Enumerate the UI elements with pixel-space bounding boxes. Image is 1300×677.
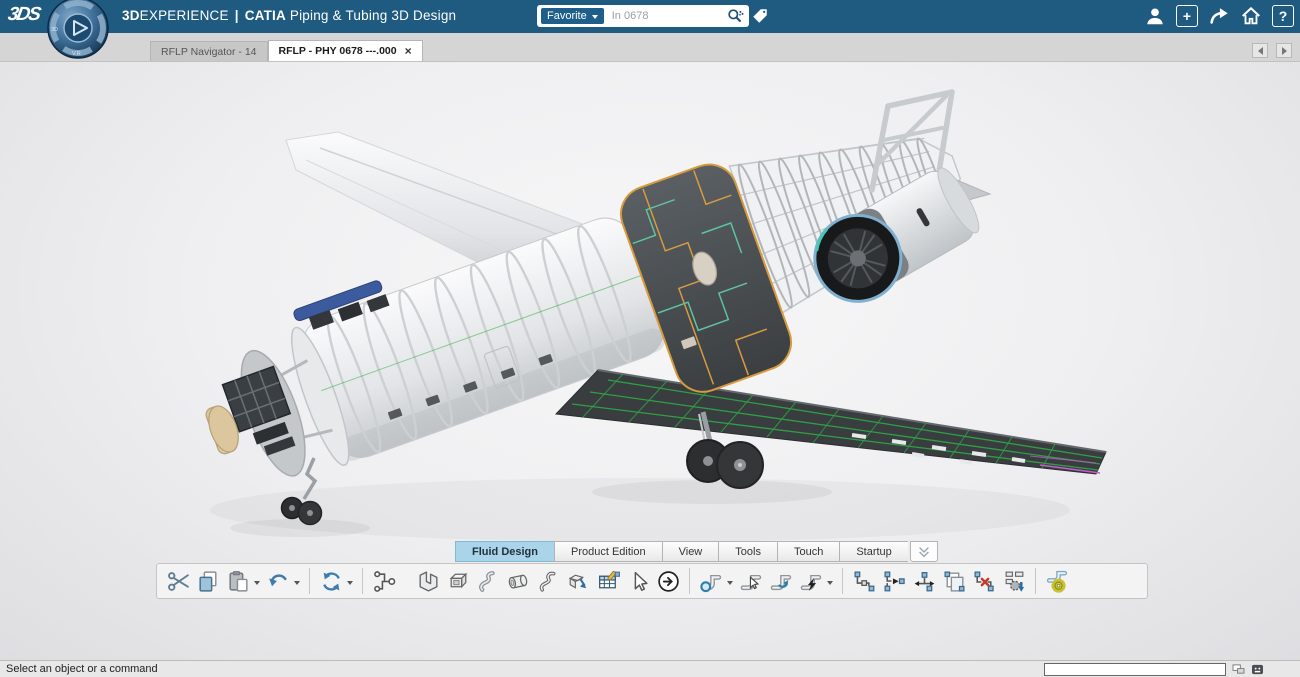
piping-settings-icon[interactable] <box>1042 566 1072 596</box>
tab-rflp-navigator[interactable]: RFLP Navigator - 14 <box>150 41 268 61</box>
title-product: EXPERIENCE <box>140 8 229 23</box>
route-pipe-dropdown-icon[interactable] <box>727 581 733 588</box>
update-icon[interactable] <box>316 566 346 596</box>
add-icon[interactable]: + <box>1176 5 1198 27</box>
ribbon-tab-label: Product Edition <box>571 546 646 558</box>
search-icon[interactable] <box>725 6 745 26</box>
ribbon-tab-startup[interactable]: Startup <box>839 541 907 562</box>
copy-route-icon[interactable] <box>939 566 969 596</box>
share-icon[interactable] <box>1208 5 1230 27</box>
chevron-down-icon <box>592 15 598 22</box>
aircraft-wing <box>556 370 1106 474</box>
ribbon-tab-label: Startup <box>856 546 891 558</box>
virtual-keyboard-icon[interactable] <box>1250 664 1264 676</box>
action-toolbar <box>156 563 1148 599</box>
disconnect-icon[interactable] <box>969 566 999 596</box>
help-icon[interactable]: ? <box>1272 5 1294 27</box>
ribbon-tab-label: View <box>679 546 703 558</box>
tab-scroll-right-icon[interactable] <box>1276 43 1292 58</box>
tab-rflp-phy-0678[interactable]: RFLP - PHY 0678 ---.000 × <box>268 40 423 61</box>
ribbon-tab-view[interactable]: View <box>662 541 719 562</box>
connect-port-icon[interactable] <box>849 566 879 596</box>
ribbon-tab-label: Tools <box>735 546 761 558</box>
paste-dropdown-icon[interactable] <box>254 581 260 588</box>
app-title: 3DEXPERIENCE | CATIA Piping & Tubing 3D De… <box>122 8 456 23</box>
quick-connect-dropdown-icon[interactable] <box>827 581 833 588</box>
design-table-icon[interactable] <box>593 566 623 596</box>
3ds-logo-icon: 3DS <box>6 4 41 26</box>
raceway-icon[interactable] <box>413 566 443 596</box>
tab-close-icon[interactable]: × <box>405 44 412 58</box>
tab-scroll-controls <box>1252 43 1292 58</box>
ground-shadow <box>210 478 1070 542</box>
window-tab-strip: RFLP Navigator - 14 RFLP - PHY 0678 ---.… <box>0 33 1300 62</box>
select-icon[interactable] <box>623 566 653 596</box>
status-bar: Select an object or a command <box>0 660 1300 677</box>
tab-label: RFLP - PHY 0678 ---.000 <box>279 45 397 57</box>
ribbon-tab-label: Fluid Design <box>472 546 538 558</box>
compass-bottom-label: V.R <box>72 51 81 57</box>
compass-left-label: 3D <box>51 27 58 33</box>
paste-icon[interactable] <box>223 566 253 596</box>
rigid-tube-icon[interactable] <box>503 566 533 596</box>
build-network-icon[interactable] <box>999 566 1029 596</box>
status-message: Select an object or a command <box>6 663 158 675</box>
window-tabs: RFLP Navigator - 14 RFLP - PHY 0678 ---.… <box>150 40 423 61</box>
header-action-icons: + ? <box>1144 5 1294 27</box>
duct-icon[interactable] <box>443 566 473 596</box>
ribbon-tab-fluid-design[interactable]: Fluid Design <box>455 541 554 562</box>
ribbon-tab-bar: Fluid Design Product Edition View Tools … <box>455 541 938 562</box>
ribbon-tab-touch[interactable]: Touch <box>777 541 839 562</box>
ribbon-tab-label: Touch <box>794 546 823 558</box>
command-input[interactable] <box>1044 663 1226 676</box>
transfer-pipe-icon[interactable] <box>766 566 796 596</box>
tab-label: RFLP Navigator - 14 <box>161 46 257 58</box>
power-input-icon[interactable] <box>653 566 683 596</box>
home-icon[interactable] <box>1240 5 1262 27</box>
search-filter-button[interactable]: Favorite <box>541 8 604 24</box>
ribbon-tab-product-edition[interactable]: Product Edition <box>554 541 662 562</box>
undo-dropdown-icon[interactable] <box>294 581 300 588</box>
command-field-area <box>1044 663 1264 676</box>
update-dropdown-icon[interactable] <box>347 581 353 588</box>
tab-scroll-left-icon[interactable] <box>1252 43 1268 58</box>
select-pipe-run-icon[interactable] <box>736 566 766 596</box>
quick-connect-icon[interactable] <box>796 566 826 596</box>
tag-icon[interactable] <box>751 7 769 25</box>
title-product-bold: 3D <box>122 8 140 23</box>
top-bar: 3DS 3DEXPERIENCE|CATIA Piping & Tubing 3… <box>0 0 1300 33</box>
reconnect-icon[interactable] <box>879 566 909 596</box>
title-app-bold: CATIA <box>245 8 286 23</box>
title-divider: | <box>235 8 239 23</box>
user-icon[interactable] <box>1144 5 1166 27</box>
stretch-route-icon[interactable] <box>909 566 939 596</box>
ribbon-tab-tools[interactable]: Tools <box>718 541 777 562</box>
ribbon-collapse-icon[interactable] <box>910 541 938 562</box>
logical-flow-icon[interactable] <box>369 566 399 596</box>
cut-icon[interactable] <box>163 566 193 596</box>
aircraft-model[interactable] <box>0 62 1300 602</box>
search-input[interactable] <box>610 9 725 23</box>
run-icon[interactable] <box>533 566 563 596</box>
application-window: 3DS 3DEXPERIENCE|CATIA Piping & Tubing 3… <box>0 0 1300 677</box>
copy-icon[interactable] <box>193 566 223 596</box>
windows-icon[interactable] <box>1231 664 1245 676</box>
search-filter-label: Favorite <box>547 10 587 22</box>
title-app-suffix: Piping & Tubing 3D Design <box>290 8 456 23</box>
place-component-icon[interactable] <box>563 566 593 596</box>
route-pipe-icon[interactable] <box>696 566 726 596</box>
undo-icon[interactable] <box>263 566 293 596</box>
search-bar[interactable]: Favorite <box>537 5 749 27</box>
flexible-pipe-icon[interactable] <box>473 566 503 596</box>
3dexperience-compass[interactable]: 3D V.R <box>46 0 110 61</box>
